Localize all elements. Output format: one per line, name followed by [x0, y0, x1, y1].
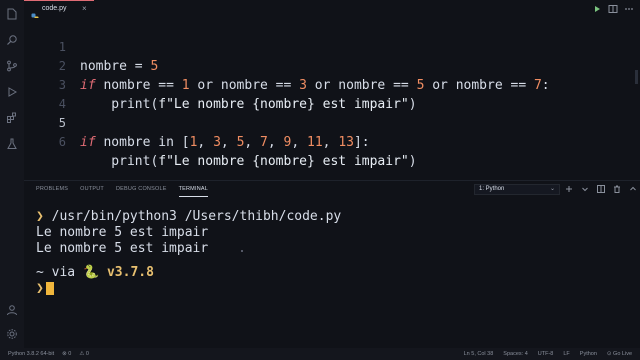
tab-terminal[interactable]: TERMINAL: [178, 185, 208, 197]
terminal-line: ~ via 🐍 v3.7.8: [36, 265, 154, 281]
code-token: [: [173, 135, 190, 150]
end-of-line[interactable]: LF: [563, 351, 569, 357]
warning-count[interactable]: ⚠ 0: [79, 351, 89, 357]
code-token: print(: [80, 154, 159, 169]
explorer-icon[interactable]: [6, 8, 18, 20]
code-token: ): [408, 154, 417, 169]
terminal-select[interactable]: 1: Python ⌄: [474, 184, 560, 195]
code-token: nombre: [95, 135, 159, 150]
terminal-line: ❯ /usr/bin/python3 /Users/thibh/code.py: [36, 209, 341, 225]
terminal-output[interactable]: ❯ /usr/bin/python3 /Users/thibh/code.py …: [36, 209, 626, 339]
new-terminal-icon[interactable]: [564, 184, 574, 194]
terminal-line: Le nombre 5 est impair: [36, 241, 209, 256]
encoding[interactable]: UTF-8: [538, 351, 554, 357]
indentation[interactable]: Spaces: 4: [503, 351, 527, 357]
split-terminal-icon[interactable]: [596, 184, 606, 194]
run-file-icon[interactable]: [592, 4, 602, 14]
python-file-icon: [31, 6, 39, 21]
testing-icon[interactable]: [6, 138, 18, 150]
close-tab-icon[interactable]: ×: [82, 4, 87, 13]
terminal-line: Le nombre 5 est impair: [36, 225, 209, 240]
extensions-icon[interactable]: [6, 112, 18, 124]
python-version: v3.7.8: [99, 265, 154, 280]
prompt-tilde: ~: [36, 265, 44, 280]
code-token: if: [80, 135, 96, 150]
go-live-button[interactable]: ⊙ Go Live: [607, 351, 632, 357]
terminal-command: /usr/bin/python3 /Users/thibh/code.py: [43, 209, 342, 224]
code-token: ,: [220, 135, 237, 150]
account-icon[interactable]: [6, 304, 18, 316]
code-token: ,: [244, 135, 261, 150]
dropdown-chevron-icon[interactable]: [580, 184, 590, 194]
code-token: 3: [213, 135, 221, 150]
code-token: in: [158, 135, 174, 150]
maximize-panel-icon[interactable]: [628, 184, 638, 194]
split-editor-icon[interactable]: [608, 4, 618, 14]
prompt-symbol: ❯: [36, 281, 44, 296]
python-interpreter[interactable]: Python 3.8.2 64-bit: [8, 351, 54, 357]
code-line: 3 print(f"Le nombre {nombre} est impair"…: [24, 57, 624, 112]
more-actions-icon[interactable]: [624, 4, 634, 14]
code-line: 2 if nombre == 1 or nombre == 3 or nombr…: [24, 38, 624, 93]
source-control-icon[interactable]: [6, 60, 18, 72]
settings-gear-icon[interactable]: [6, 328, 18, 340]
code-token: ]:: [353, 135, 370, 150]
code-token: ,: [267, 135, 284, 150]
search-icon[interactable]: [6, 34, 18, 46]
code-token: ,: [197, 135, 214, 150]
code-editor[interactable]: 1 nombre = 5 2 if nombre == 1 or nombre …: [24, 18, 640, 180]
tab-code-py[interactable]: code.py ×: [24, 0, 94, 21]
tab-debug-console[interactable]: DEBUG CONSOLE: [116, 185, 167, 197]
error-count[interactable]: ⊗ 0: [62, 351, 71, 357]
code-line: 6 print(f"Le nombre {nombre} est impair"…: [24, 114, 624, 169]
decoration-dot: [241, 250, 243, 252]
terminal-select-value: 1: Python: [479, 186, 505, 192]
terminal-cursor: [45, 282, 54, 295]
code-token: ,: [291, 135, 308, 150]
code-line: 4: [24, 76, 624, 111]
code-token: 11: [307, 135, 323, 150]
prompt-symbol: ❯: [36, 209, 44, 224]
status-bar: Python 3.8.2 64-bit ⊗ 0 ⚠ 0 Ln 5, Col 38…: [0, 348, 640, 360]
cursor-position[interactable]: Ln 5, Col 38: [464, 351, 494, 357]
activity-bar: [0, 0, 24, 348]
tab-output[interactable]: OUTPUT: [80, 185, 104, 197]
language-mode[interactable]: Python: [580, 351, 597, 357]
python-snake-icon: 🐍: [82, 265, 100, 280]
tab-problems[interactable]: PROBLEMS: [36, 185, 68, 197]
terminal-line: ❯: [36, 281, 54, 297]
code-line: 1 nombre = 5: [24, 19, 624, 74]
run-debug-icon[interactable]: [6, 86, 18, 98]
chevron-down-icon: ⌄: [549, 186, 555, 192]
prompt-via: via: [43, 265, 83, 280]
trash-icon[interactable]: [612, 184, 622, 194]
tab-label: code.py: [42, 5, 67, 12]
code-line-active: 5 if nombre in [1, 3, 5, 7, 9, 11, 13]:: [24, 95, 624, 150]
bottom-panel: PROBLEMS OUTPUT DEBUG CONSOLE TERMINAL 1…: [24, 180, 640, 348]
code-token: ,: [322, 135, 339, 150]
line-number: 6: [58, 135, 66, 149]
code-token: 7: [260, 135, 268, 150]
editor-scrollbar[interactable]: [635, 70, 638, 84]
editor-tab-bar: code.py ×: [24, 0, 640, 21]
code-token: f"Le nombre {nombre} est impair": [158, 154, 409, 169]
code-token: 13: [338, 135, 354, 150]
